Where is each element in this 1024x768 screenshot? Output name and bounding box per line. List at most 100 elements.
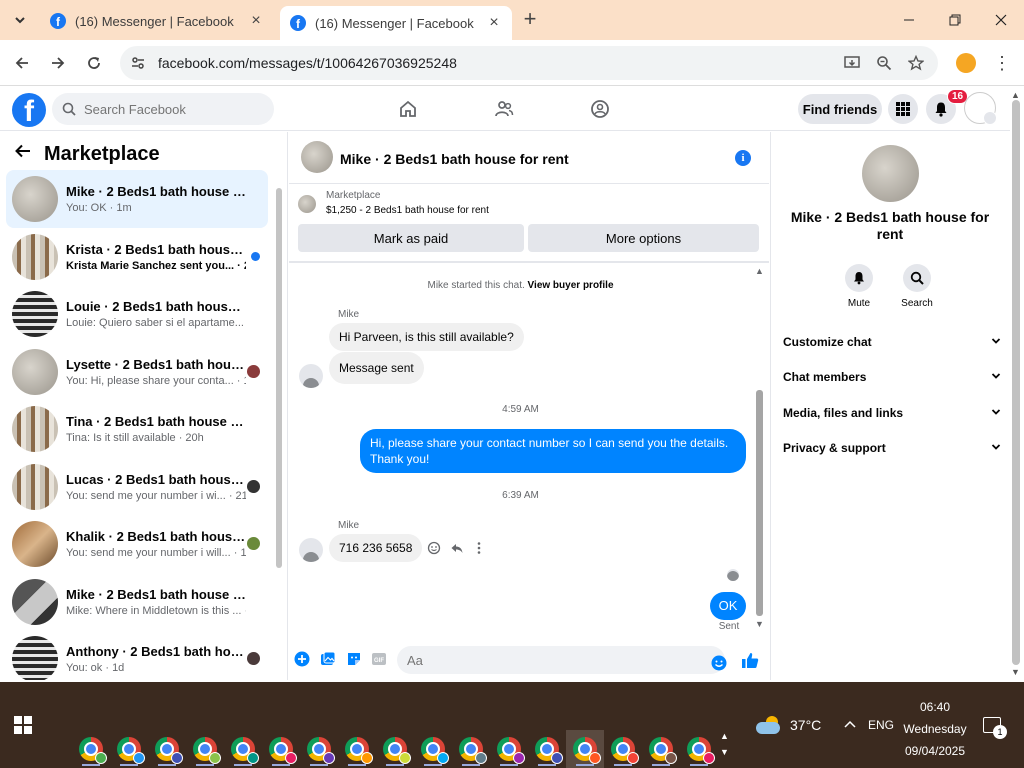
conversation-item[interactable]: Lysette · 2 Beds1 bath house f... You: Hi… <box>6 343 268 401</box>
info-icon[interactable]: i <box>735 150 751 166</box>
chrome-taskbar-icon[interactable] <box>148 730 186 768</box>
page-scroll-down-arrow[interactable]: ▼ <box>1011 667 1020 677</box>
sender-avatar[interactable] <box>299 364 323 388</box>
mark-as-paid-button[interactable]: Mark as paid <box>298 224 524 252</box>
browser-menu-icon[interactable]: ⋮ <box>993 52 1011 74</box>
page-scroll-up-arrow[interactable]: ▲ <box>1011 90 1020 100</box>
incoming-message[interactable]: Hi Parveen, is this still available? <box>329 323 524 351</box>
customize-chat-section[interactable]: Customize chat <box>783 332 1001 352</box>
chrome-taskbar-icon-active[interactable] <box>566 730 604 768</box>
reload-button[interactable] <box>81 50 107 76</box>
conversation-item[interactable]: Lucas · 2 Beds1 bath house fo... You: sen… <box>6 458 268 516</box>
outgoing-message[interactable]: Hi, please share your contact number so … <box>360 429 746 473</box>
chat-scrollbar[interactable] <box>756 390 763 616</box>
gaming-nav-icon[interactable] <box>588 97 612 121</box>
react-emoji-icon[interactable] <box>425 539 443 557</box>
browser-tab-2-active[interactable]: f (16) Messenger | Facebook × <box>280 6 512 40</box>
tray-chevron-up-icon[interactable] <box>843 718 857 732</box>
view-buyer-profile-link[interactable]: View buyer profile <box>528 280 614 291</box>
chrome-taskbar-icon[interactable] <box>604 730 642 768</box>
facebook-search-input[interactable] <box>84 101 264 117</box>
facebook-search[interactable] <box>52 93 274 125</box>
sticker-icon[interactable] <box>345 650 363 668</box>
like-icon[interactable] <box>741 651 759 669</box>
taskbar-scroll-arrows[interactable]: ▲ ▼ <box>720 728 729 760</box>
account-avatar[interactable] <box>964 92 997 125</box>
bookmark-star-icon[interactable] <box>906 53 926 73</box>
facebook-logo-icon[interactable]: f <box>12 93 46 127</box>
chat-members-section[interactable]: Chat members <box>783 367 1001 387</box>
page-scrollbar[interactable] <box>1012 100 1020 665</box>
chrome-taskbar-icon[interactable] <box>642 730 680 768</box>
browser-profile-avatar[interactable] <box>956 53 976 73</box>
conversation-item[interactable]: Anthony · 2 Beds1 bath hous... You: ok · … <box>6 630 268 680</box>
media-files-links-section[interactable]: Media, files and links <box>783 403 1001 423</box>
outgoing-message[interactable]: OK <box>710 592 746 620</box>
menu-grid-button[interactable] <box>888 94 918 124</box>
install-app-icon[interactable] <box>842 53 862 73</box>
chrome-taskbar-icon[interactable] <box>186 730 224 768</box>
chat-scroll-up-arrow[interactable]: ▲ <box>755 266 764 276</box>
action-center-icon[interactable]: 1 <box>983 717 1007 739</box>
conversation-item[interactable]: Mike · 2 Beds1 bath house for r... Mike: … <box>6 573 268 631</box>
home-nav-icon[interactable] <box>396 97 420 121</box>
more-options-button[interactable]: More options <box>528 224 759 252</box>
friends-nav-icon[interactable] <box>492 97 516 121</box>
chrome-taskbar-icon[interactable] <box>224 730 262 768</box>
listing-summary[interactable]: Marketplace $1,250 - 2 Beds1 bath house … <box>298 190 489 216</box>
close-window-button[interactable] <box>978 0 1024 40</box>
windows-start-icon[interactable] <box>14 716 32 734</box>
restore-button[interactable] <box>932 0 978 40</box>
chrome-taskbar-icon[interactable] <box>338 730 376 768</box>
chrome-taskbar-icon[interactable] <box>300 730 338 768</box>
chat-title[interactable]: Mike · 2 Beds1 bath house for rent <box>340 151 569 167</box>
tab-search-button[interactable] <box>6 6 34 34</box>
photo-icon[interactable] <box>319 650 337 668</box>
site-info-icon[interactable] <box>130 55 146 71</box>
more-actions-icon[interactable] <box>470 539 488 557</box>
chrome-taskbar-icon[interactable] <box>72 730 110 768</box>
weather-widget[interactable]: 37°C <box>756 716 821 734</box>
privacy-support-section[interactable]: Privacy & support <box>783 438 1001 458</box>
chrome-taskbar-icon[interactable] <box>262 730 300 768</box>
message-input[interactable] <box>407 652 687 668</box>
chrome-taskbar-icon[interactable] <box>414 730 452 768</box>
conversation-item[interactable]: Louie · 2 Beds1 bath house for r... Louie… <box>6 285 268 343</box>
add-icon[interactable] <box>293 650 311 668</box>
browser-tab-1[interactable]: f (16) Messenger | Facebook × <box>40 6 274 36</box>
chrome-taskbar-icon[interactable] <box>110 730 148 768</box>
conversation-item[interactable]: Mike · 2 Beds1 bath house for r... You: O… <box>6 170 268 228</box>
emoji-icon[interactable] <box>710 654 728 672</box>
sender-avatar[interactable] <box>299 538 323 562</box>
search-in-chat-button[interactable]: Search <box>892 264 942 309</box>
chrome-taskbar-icon[interactable] <box>680 730 718 768</box>
contact-avatar[interactable] <box>862 145 919 202</box>
chrome-taskbar-icon[interactable] <box>452 730 490 768</box>
incoming-message[interactable]: 716 236 5658 <box>329 534 423 562</box>
forward-button[interactable] <box>45 50 71 76</box>
reply-icon[interactable] <box>448 539 466 557</box>
back-arrow-icon[interactable] <box>14 142 32 166</box>
back-button[interactable] <box>9 50 35 76</box>
chrome-taskbar-icon[interactable] <box>490 730 528 768</box>
mute-button[interactable]: Mute <box>834 264 884 309</box>
language-indicator[interactable]: ENG <box>868 718 894 732</box>
system-clock[interactable]: 06:40 Wednesday 09/04/2025 <box>898 696 972 762</box>
new-tab-button[interactable]: + <box>518 8 542 32</box>
sidebar-scrollbar[interactable] <box>276 188 282 568</box>
zoom-icon[interactable] <box>874 53 894 73</box>
conversation-item[interactable]: Tina · 2 Beds1 bath house for rent Tina: … <box>6 400 268 458</box>
conversation-item[interactable]: Khalik · 2 Beds1 bath house f... You: sen… <box>6 515 268 573</box>
gif-icon[interactable]: GIF <box>370 650 388 668</box>
chrome-taskbar-icon[interactable] <box>528 730 566 768</box>
chat-avatar[interactable] <box>301 141 333 173</box>
chrome-taskbar-icon[interactable] <box>376 730 414 768</box>
minimize-button[interactable] <box>886 0 932 40</box>
chat-scroll-down-arrow[interactable]: ▼ <box>755 619 764 629</box>
close-tab-icon[interactable]: × <box>248 12 264 30</box>
incoming-message[interactable]: Message sent <box>329 352 424 384</box>
close-tab-icon[interactable]: × <box>486 14 502 32</box>
address-bar[interactable]: facebook.com/messages/t/1006426703692524… <box>120 46 938 80</box>
find-friends-button[interactable]: Find friends <box>798 94 882 124</box>
conversation-item[interactable]: Krista · 2 Beds1 bath house for... Krista… <box>6 228 268 286</box>
